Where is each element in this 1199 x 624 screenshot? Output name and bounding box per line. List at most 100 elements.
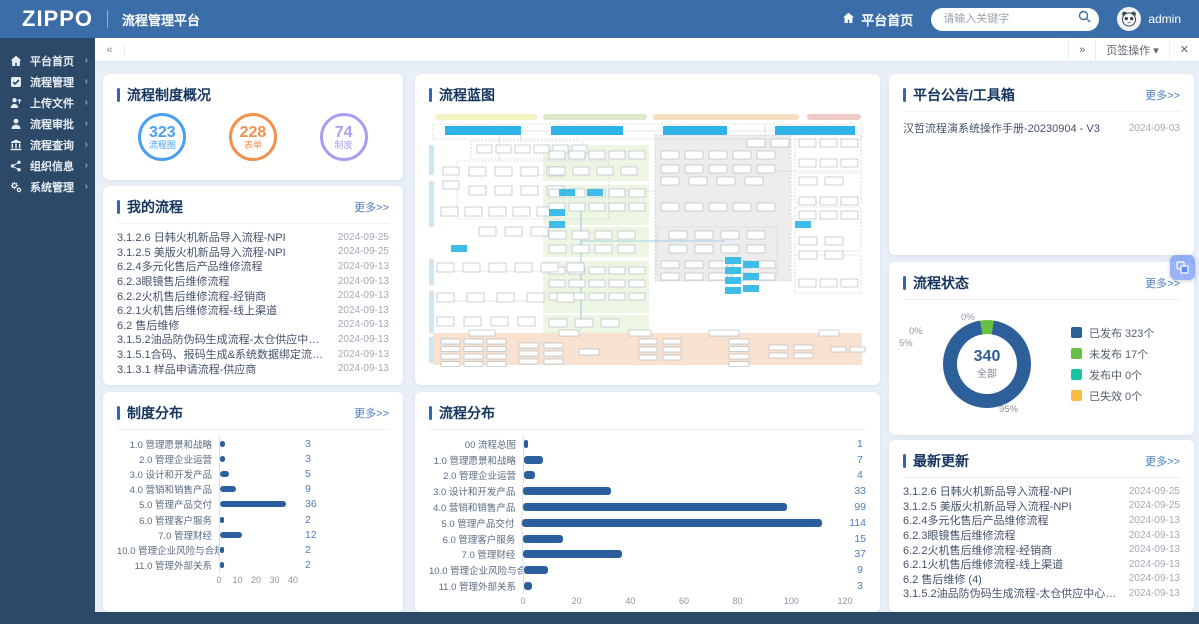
list-item[interactable]: 3.1.2.5 美版火机新品导入流程-NPI2024-09-25: [117, 245, 389, 260]
card-my-processes: 我的流程 更多>> 3.1.2.6 日韩火机新品导入流程-NPI2024-09-…: [103, 186, 403, 385]
translate-widget-button[interactable]: [1170, 255, 1195, 280]
top-header: ZIPPO 流程管理平台 平台首页 admin: [0, 0, 1199, 38]
bar-value: 4: [845, 469, 863, 481]
bar[interactable]: [523, 503, 786, 511]
close-tab-button[interactable]: ✕: [1169, 38, 1199, 61]
process-name[interactable]: 汉哲流程演系统操作手册-20230904 - V3: [903, 120, 1121, 136]
process-name[interactable]: 6.2 售后维修 (4): [903, 571, 1121, 587]
bar[interactable]: [523, 550, 621, 558]
bar[interactable]: [220, 456, 225, 462]
process-name[interactable]: 3.1.2.6 日韩火机新品导入流程-NPI: [903, 483, 1121, 499]
list-item[interactable]: 6.2.1火机售后维修流程-线上渠道2024-09-13: [903, 557, 1180, 572]
chart-row: 00 流程总图1: [429, 436, 866, 452]
category-label: 1.0 管理愿景和战略: [117, 437, 219, 451]
sidebar-item-org[interactable]: 组织信息›: [0, 155, 95, 176]
process-name[interactable]: 6.2.4多元化售后产品维修流程: [903, 512, 1121, 528]
bar[interactable]: [524, 582, 532, 590]
list-item[interactable]: 3.1.5.1合码、报码生成&系统数据绑定流程...2024-09-13: [117, 347, 389, 362]
bar[interactable]: [220, 471, 229, 477]
bar[interactable]: [523, 487, 611, 495]
list-item[interactable]: 6.2 售后维修 (4)2024-09-13: [903, 572, 1180, 587]
list-item[interactable]: 3.1.5.2油品防伪码生成流程-太仓供应中心采购2024-09-13: [117, 332, 389, 347]
more-link[interactable]: 更多>>: [354, 405, 389, 421]
process-name[interactable]: 6.2.3眼镜售后维修流程: [903, 527, 1121, 543]
sidebar-item-process[interactable]: 流程管理›: [0, 71, 95, 92]
process-name[interactable]: 3.1.5.2油品防伪码生成流程-太仓供应中心采购: [117, 331, 330, 347]
process-name[interactable]: 3.1.5.2油品防伪码生成流程-太仓供应中心采购: [903, 585, 1121, 601]
category-label: 4.0 营销和销售产品: [429, 500, 522, 514]
list-item[interactable]: 6.2.4多元化售后产品维修流程2024-09-13: [903, 513, 1180, 528]
bar[interactable]: [524, 456, 543, 464]
process-name[interactable]: 3.1.2.5 美版火机新品导入流程-NPI: [903, 498, 1121, 514]
bar[interactable]: [220, 547, 224, 553]
bar[interactable]: [522, 519, 821, 527]
process-name[interactable]: 6.2.2火机售后维修流程-经销商: [903, 542, 1121, 558]
sidebar-item-label: 上传文件: [30, 95, 85, 111]
list-item[interactable]: 汉哲流程演系统操作手册-20230904 - V32024-09-03: [903, 118, 1180, 138]
bar[interactable]: [220, 441, 225, 447]
bar-track: [523, 436, 845, 452]
bar[interactable]: [524, 440, 528, 448]
list-item[interactable]: 6.2.2火机售后维修流程-经销商2024-09-13: [117, 288, 389, 303]
category-label: 11.0 管理外部关系: [429, 579, 523, 593]
process-name[interactable]: 3.1.5.1合码、报码生成&系统数据绑定流程...: [117, 346, 330, 362]
legend-item[interactable]: 已发布 323个: [1071, 325, 1154, 341]
search-input[interactable]: [943, 13, 1078, 25]
bar[interactable]: [524, 471, 535, 479]
list-item[interactable]: 3.1.3.1 样品申请流程-供应商2024-09-13: [117, 361, 389, 376]
list-item[interactable]: 6.2.1火机售后维修流程-线上渠道2024-09-13: [117, 303, 389, 318]
collapse-tabs-button[interactable]: «: [95, 44, 125, 56]
process-name[interactable]: 6.2.2火机售后维修流程-经销商: [117, 288, 330, 304]
process-name[interactable]: 3.1.3.1 样品申请流程-供应商: [117, 361, 330, 377]
list-item[interactable]: 6.2.3眼镜售后维修流程2024-09-13: [117, 274, 389, 289]
tab-toolbar: « » 页签操作 ▾ ✕: [95, 38, 1199, 62]
forward-tabs-button[interactable]: »: [1068, 38, 1095, 61]
process-blueprint-diagram[interactable]: [429, 111, 866, 369]
axis-tick: 20: [572, 596, 582, 606]
more-link[interactable]: 更多>>: [1145, 453, 1180, 469]
bar[interactable]: [220, 517, 224, 523]
process-name[interactable]: 6.2 售后维修: [117, 317, 330, 333]
more-link[interactable]: 更多>>: [1145, 87, 1180, 103]
bar[interactable]: [220, 486, 236, 492]
bar-track: [219, 527, 293, 542]
bar[interactable]: [524, 566, 548, 574]
legend-item[interactable]: 已失效 0个: [1071, 388, 1154, 404]
list-item[interactable]: 6.2 售后维修2024-09-13: [117, 318, 389, 333]
system-distribution-bar-chart: 1.0 管理愿景和战略32.0 管理企业运营33.0 设计和开发产品54.0 营…: [117, 436, 389, 587]
user-menu[interactable]: admin: [1117, 7, 1181, 31]
more-link[interactable]: 更多>>: [354, 199, 389, 215]
list-item[interactable]: 6.2.3眼镜售后维修流程2024-09-13: [903, 528, 1180, 543]
category-label: 2.0 管理企业运营: [117, 452, 219, 466]
sidebar-item-approve[interactable]: 流程审批›: [0, 113, 95, 134]
list-item[interactable]: 3.1.2.6 日韩火机新品导入流程-NPI2024-09-25: [117, 230, 389, 245]
bar[interactable]: [220, 532, 242, 538]
legend-item[interactable]: 未发布 17个: [1071, 346, 1154, 362]
tab-operations-dropdown[interactable]: 页签操作 ▾: [1095, 38, 1169, 61]
list-item[interactable]: 6.2.2火机售后维修流程-经销商2024-09-13: [903, 542, 1180, 557]
bar-value: 2: [293, 559, 311, 571]
legend-item[interactable]: 发布中 0个: [1071, 367, 1154, 383]
x-axis: 020406080100120: [429, 594, 866, 608]
process-name[interactable]: 6.2.1火机售后维修流程-线上渠道: [117, 302, 330, 318]
stat-value: 323: [149, 125, 176, 140]
list-item[interactable]: 6.2.4多元化售后产品维修流程2024-09-13: [117, 259, 389, 274]
nav-platform-home[interactable]: 平台首页: [842, 10, 913, 29]
bar[interactable]: [523, 535, 563, 543]
x-axis: 010203040: [117, 573, 389, 587]
list-item[interactable]: 3.1.5.2油品防伪码生成流程-太仓供应中心采购2024-09-13: [903, 586, 1180, 601]
process-name[interactable]: 6.2.3眼镜售后维修流程: [117, 273, 330, 289]
sidebar-item-upload[interactable]: 上传文件›: [0, 92, 95, 113]
list-item[interactable]: 3.1.2.6 日韩火机新品导入流程-NPI2024-09-25: [903, 484, 1180, 499]
process-name[interactable]: 6.2.1火机售后维修流程-线上渠道: [903, 556, 1121, 572]
list-item[interactable]: 3.1.2.5 美版火机新品导入流程-NPI2024-09-25: [903, 499, 1180, 514]
bar[interactable]: [220, 501, 286, 507]
bar[interactable]: [220, 562, 224, 568]
process-name[interactable]: 3.1.2.5 美版火机新品导入流程-NPI: [117, 244, 330, 260]
process-name[interactable]: 6.2.4多元化售后产品维修流程: [117, 258, 330, 274]
sidebar-item-system[interactable]: 系统管理›: [0, 176, 95, 197]
process-name[interactable]: 3.1.2.6 日韩火机新品导入流程-NPI: [117, 229, 330, 245]
sidebar-item-home[interactable]: 平台首页›: [0, 50, 95, 71]
search-icon[interactable]: [1078, 10, 1091, 28]
sidebar-item-query[interactable]: 流程查询›: [0, 134, 95, 155]
